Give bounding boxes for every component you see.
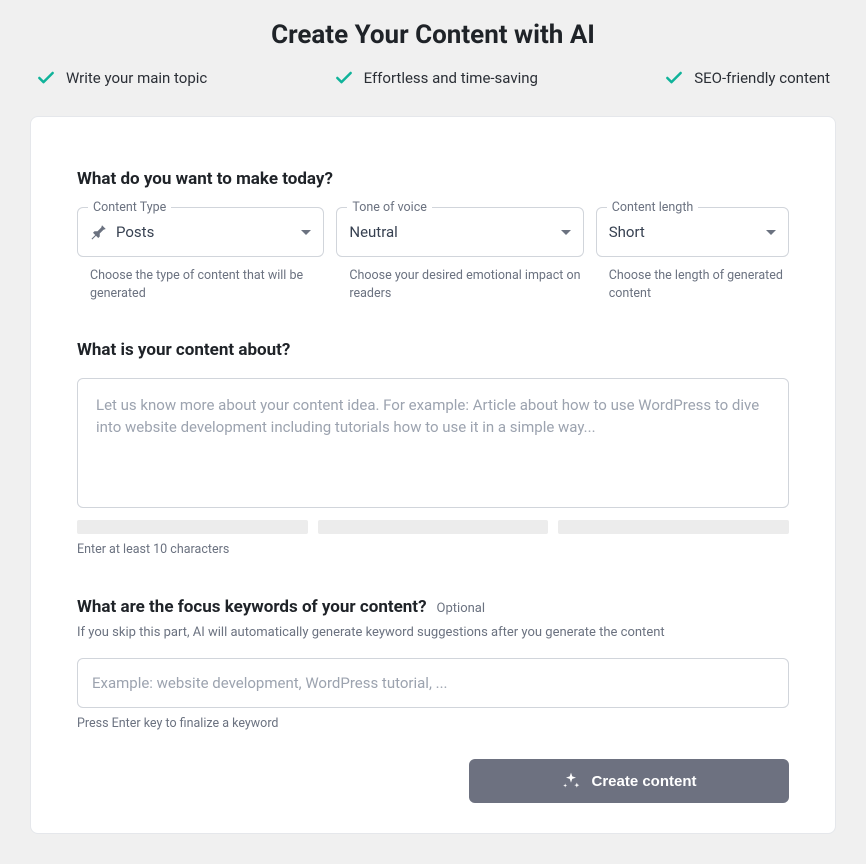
feature-text: Effortless and time-saving: [364, 69, 538, 87]
check-icon: [36, 68, 56, 88]
check-icon: [664, 68, 684, 88]
content-type-hint: Choose the type of content that will be …: [77, 267, 324, 302]
length-label: Content length: [607, 200, 699, 215]
skeleton-row: [77, 520, 789, 534]
caret-down-icon: [766, 230, 776, 235]
tone-group: Tone of voice Neutral Choose your desire…: [336, 207, 583, 302]
kw-heading-row: What are the focus keywords of your cont…: [77, 597, 789, 617]
skeleton-bar: [77, 520, 308, 534]
content-idea-textarea[interactable]: [77, 378, 789, 508]
skeleton-bar: [558, 520, 789, 534]
keywords-desc: If you skip this part, AI will automatic…: [77, 625, 789, 640]
main-card: What do you want to make today? Content …: [30, 116, 836, 834]
create-content-button[interactable]: Create content: [469, 759, 789, 803]
tone-label: Tone of voice: [347, 200, 432, 215]
button-row: Create content: [77, 759, 789, 803]
content-idea-hint: Enter at least 10 characters: [77, 542, 789, 557]
length-select[interactable]: Content length Short: [596, 207, 789, 257]
section-heading-make: What do you want to make today?: [77, 169, 789, 189]
section-heading-about: What is your content about?: [77, 340, 789, 360]
content-type-group: Content Type Posts Choose the type of co…: [77, 207, 324, 302]
page-title: Create Your Content with AI: [30, 20, 836, 50]
length-group: Content length Short Choose the length o…: [596, 207, 789, 302]
check-icon: [334, 68, 354, 88]
content-type-label: Content Type: [88, 200, 171, 215]
tone-value: Neutral: [349, 223, 560, 241]
length-hint: Choose the length of generated content: [596, 267, 789, 302]
tone-select[interactable]: Tone of voice Neutral: [336, 207, 583, 257]
caret-down-icon: [301, 230, 311, 235]
pin-icon: [90, 223, 108, 241]
sparkle-icon: [561, 771, 581, 791]
feature-text: SEO-friendly content: [694, 69, 830, 87]
caret-down-icon: [561, 230, 571, 235]
keywords-hint: Press Enter key to finalize a keyword: [77, 716, 789, 731]
create-content-label: Create content: [591, 773, 696, 790]
tone-hint: Choose your desired emotional impact on …: [336, 267, 583, 302]
feature-item: Write your main topic: [36, 68, 207, 88]
feature-text: Write your main topic: [66, 69, 207, 87]
feature-item: Effortless and time-saving: [334, 68, 538, 88]
section-heading-keywords: What are the focus keywords of your cont…: [77, 597, 427, 617]
keywords-section: What are the focus keywords of your cont…: [77, 597, 789, 731]
features-row: Write your main topic Effortless and tim…: [30, 68, 836, 88]
selects-row: Content Type Posts Choose the type of co…: [77, 207, 789, 302]
skeleton-bar: [318, 520, 549, 534]
content-type-select[interactable]: Content Type Posts: [77, 207, 324, 257]
keywords-input[interactable]: [77, 658, 789, 708]
feature-item: SEO-friendly content: [664, 68, 830, 88]
about-section: What is your content about? Enter at lea…: [77, 340, 789, 557]
content-type-value: Posts: [116, 223, 301, 241]
optional-label: Optional: [437, 601, 485, 616]
length-value: Short: [609, 223, 766, 241]
